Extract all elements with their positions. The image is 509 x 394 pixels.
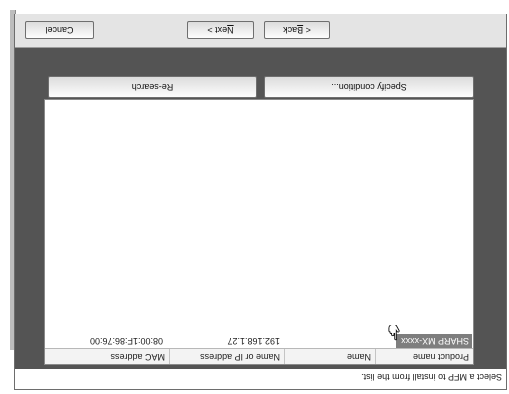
next-button[interactable]: Next > xyxy=(187,21,254,39)
back-button-label: ack xyxy=(283,25,298,35)
device-list[interactable]: Product name Name Name or IP address MAC… xyxy=(44,99,474,365)
cell-mac-address: 08:00:1F:86:76:00 xyxy=(89,336,163,346)
back-button-prefix: < xyxy=(303,25,311,35)
list-header: Product name Name Name or IP address MAC… xyxy=(45,348,473,364)
back-button-mnemonic: B xyxy=(297,25,304,35)
column-header-mac-address[interactable]: MAC address xyxy=(45,349,169,364)
instruction-text: Select a MFP to install from the list. xyxy=(361,372,502,382)
rotated-screen: Select a MFP to install from the list. P… xyxy=(0,0,509,394)
next-button-mnemonic: N xyxy=(227,25,234,35)
column-header-product-name[interactable]: Product name xyxy=(375,349,473,364)
back-button[interactable]: < Back xyxy=(264,21,330,39)
column-header-ip-address[interactable]: Name or IP address xyxy=(169,349,284,364)
column-header-name[interactable]: Name xyxy=(284,349,375,364)
hand-pointer-icon xyxy=(388,325,400,341)
cell-ip-address: 192.168.1.27 xyxy=(227,336,280,346)
instruction-bar: Select a MFP to install from the list. xyxy=(15,369,506,389)
wizard-window: Select a MFP to install from the list. P… xyxy=(14,14,507,390)
next-button-label: ext > xyxy=(207,25,228,35)
re-search-button[interactable]: Re-search xyxy=(48,76,257,98)
specify-condition-button[interactable]: Specify condition... xyxy=(264,76,474,98)
cell-product-name: SHARP MX-xxxx xyxy=(396,334,472,348)
cell-name xyxy=(284,334,375,348)
wizard-button-bar: < Back Next > Cancel xyxy=(15,14,506,48)
cancel-button[interactable]: Cancel xyxy=(25,21,94,39)
